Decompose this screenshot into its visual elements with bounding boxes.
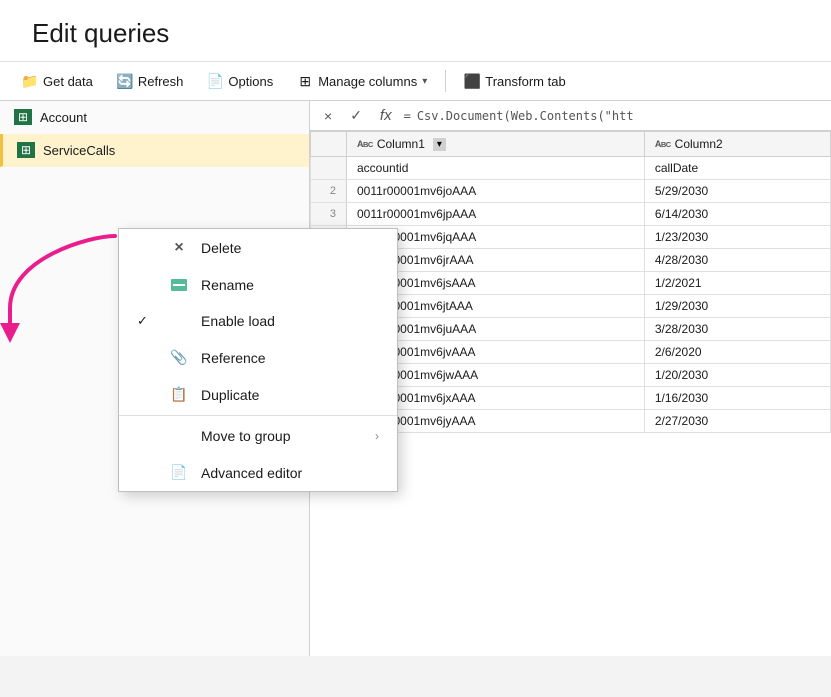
- context-menu-label: Duplicate: [201, 387, 379, 403]
- manage-columns-label: Manage columns: [318, 74, 417, 89]
- context-menu: × Delete Rename ✓ Enable load 📎 Reference 📋 Dupl…: [118, 228, 398, 492]
- cell-col2: 2/27/2030: [644, 410, 830, 433]
- get-data-button[interactable]: 📁 Get data: [12, 68, 103, 94]
- cell-col1: accountid: [347, 157, 645, 180]
- context-menu-check: ✓: [137, 313, 157, 329]
- row-num-header: [311, 132, 347, 157]
- transform-tab-button[interactable]: ⬛ Transform tab: [454, 68, 575, 94]
- context-menu-item-enable-load[interactable]: ✓ Enable load: [119, 303, 397, 339]
- options-button[interactable]: 📄 Options: [197, 68, 283, 94]
- context-menu-item-advanced-editor[interactable]: 📄 Advanced editor: [119, 454, 397, 491]
- sidebar-item-account[interactable]: Account: [0, 101, 309, 134]
- cell-col1: 0011r00001mv6jpAAA: [347, 203, 645, 226]
- sidebar-item-servicecalls[interactable]: ServiceCalls: [0, 134, 309, 167]
- cell-col2: 3/28/2030: [644, 318, 830, 341]
- formula-expression: Csv.Document(Web.Contents("htt: [417, 109, 634, 123]
- context-menu-label: Rename: [201, 277, 379, 293]
- formula-confirm-button[interactable]: ✓: [344, 105, 368, 126]
- column1-header: ABC Column1 ▾: [347, 132, 645, 157]
- delete-icon: ×: [169, 239, 189, 257]
- context-menu-divider: [119, 415, 397, 416]
- options-label: Options: [228, 74, 273, 89]
- refresh-label: Refresh: [138, 74, 184, 89]
- context-menu-label: Move to group: [201, 428, 363, 444]
- toolbar-divider: [445, 70, 446, 92]
- get-data-icon: 📁: [22, 73, 38, 89]
- cell-col1: 0011r00001mv6joAAA: [347, 180, 645, 203]
- reference-icon: 📎: [169, 349, 189, 366]
- row-number: 3: [311, 203, 347, 226]
- cell-col2: 6/14/2030: [644, 203, 830, 226]
- refresh-icon: 🔄: [117, 73, 133, 89]
- column2-label: Column2: [675, 137, 723, 151]
- account-table-icon: [14, 109, 32, 125]
- servicecalls-table-icon: [17, 142, 35, 158]
- manage-columns-button[interactable]: ⊞ Manage columns ▾: [287, 68, 437, 94]
- formula-cancel-button[interactable]: ×: [318, 106, 338, 126]
- cell-col2: 1/2/2021: [644, 272, 830, 295]
- account-label: Account: [40, 110, 87, 125]
- formula-fx-button[interactable]: fx: [374, 105, 398, 126]
- context-menu-item-delete[interactable]: × Delete: [119, 229, 397, 267]
- context-menu-item-reference[interactable]: 📎 Reference: [119, 339, 397, 376]
- cell-col2: 2/6/2020: [644, 341, 830, 364]
- cell-col2: 5/29/2030: [644, 180, 830, 203]
- column2-type-icon: ABC: [655, 139, 671, 149]
- cell-col2: 1/29/2030: [644, 295, 830, 318]
- options-icon: 📄: [207, 73, 223, 89]
- row-number: 2: [311, 180, 347, 203]
- column1-type-icon: ABC: [357, 139, 373, 149]
- context-menu-item-rename[interactable]: Rename: [119, 267, 397, 303]
- formula-bar: × ✓ fx = Csv.Document(Web.Contents("htt: [310, 101, 831, 131]
- manage-columns-icon: ⊞: [297, 73, 313, 89]
- manage-columns-chevron: ▾: [422, 76, 427, 87]
- toolbar: 📁 Get data 🔄 Refresh 📄 Options ⊞ Manage …: [0, 62, 831, 101]
- refresh-button[interactable]: 🔄 Refresh: [107, 68, 194, 94]
- context-menu-item-duplicate[interactable]: 📋 Duplicate: [119, 376, 397, 413]
- duplicate-icon: 📋: [169, 386, 189, 403]
- page-title: Edit queries: [32, 18, 799, 49]
- table-row: 2 0011r00001mv6joAAA 5/29/2030: [311, 180, 831, 203]
- table-row: accountid callDate: [311, 157, 831, 180]
- context-menu-label: Reference: [201, 350, 379, 366]
- cell-col2: 1/20/2030: [644, 364, 830, 387]
- cell-col2: callDate: [644, 157, 830, 180]
- context-menu-label: Enable load: [201, 313, 379, 329]
- cell-col2: 1/23/2030: [644, 226, 830, 249]
- rename-icon: [169, 279, 189, 291]
- context-menu-label: Advanced editor: [201, 465, 379, 481]
- submenu-arrow: ›: [375, 429, 379, 443]
- table-row: 3 0011r00001mv6jpAAA 6/14/2030: [311, 203, 831, 226]
- column1-filter-button[interactable]: ▾: [433, 138, 446, 151]
- cell-col2: 1/16/2030: [644, 387, 830, 410]
- get-data-label: Get data: [43, 74, 93, 89]
- column2-header: ABC Column2: [644, 132, 830, 157]
- cell-col2: 4/28/2030: [644, 249, 830, 272]
- context-menu-label: Delete: [201, 240, 379, 256]
- transform-icon: ⬛: [464, 73, 480, 89]
- column1-label: Column1: [377, 137, 425, 151]
- row-number: [311, 157, 347, 180]
- transform-label: Transform tab: [485, 74, 565, 89]
- context-menu-item-move-to-group[interactable]: Move to group ›: [119, 418, 397, 454]
- servicecalls-label: ServiceCalls: [43, 143, 115, 158]
- formula-equals: =: [404, 109, 411, 123]
- title-bar: Edit queries: [0, 0, 831, 62]
- advanced-editor-icon: 📄: [169, 464, 189, 481]
